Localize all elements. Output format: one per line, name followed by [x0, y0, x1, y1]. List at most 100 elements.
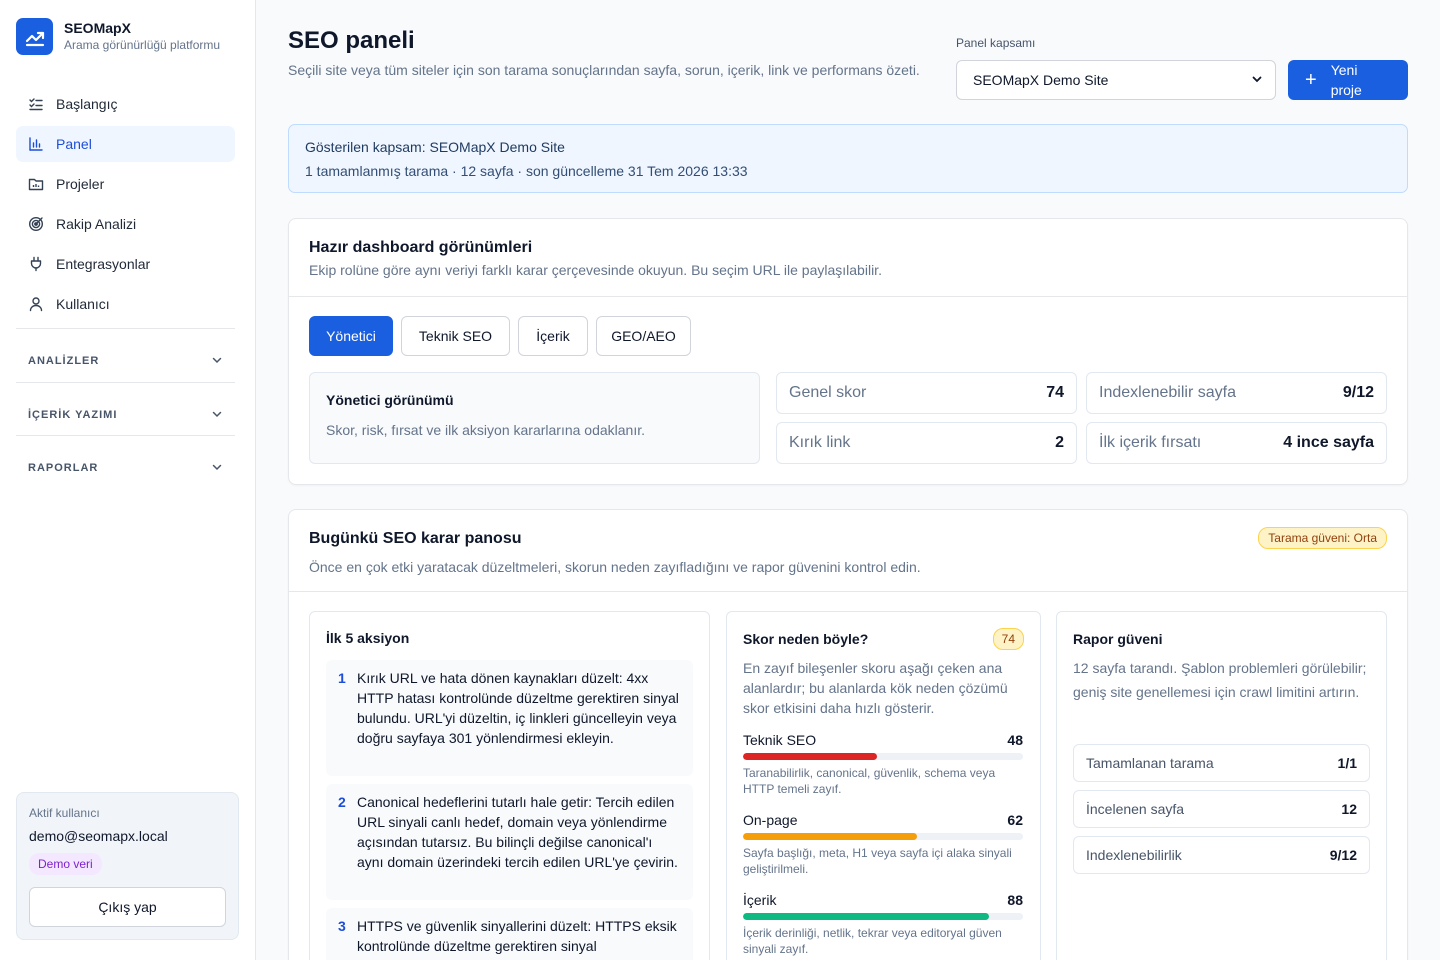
- score-bar-track: [743, 753, 1023, 760]
- sidebar-item-rakip-analizi[interactable]: Rakip Analizi: [16, 206, 235, 242]
- sidebar-item-label: Panel: [56, 136, 92, 152]
- score-component-icerik: İçerik 88 İçerik derinliği, netlik, tekra…: [743, 891, 1023, 957]
- new-project-button[interactable]: + Yeni proje: [1288, 60, 1408, 100]
- tab-icerik[interactable]: İçerik: [518, 316, 588, 356]
- action-item[interactable]: 3 HTTPS ve güvenlik sinyallerini düzelt:…: [326, 908, 693, 960]
- folder-chart-icon: [28, 176, 44, 192]
- sidebar-item-entegrasyonlar[interactable]: Entegrasyonlar: [16, 246, 235, 282]
- plus-icon: +: [1305, 69, 1317, 91]
- active-view-summary: Yönetici görünümü Skor, risk, fırsat ve …: [309, 372, 760, 464]
- stat-value: 9/12: [1329, 847, 1357, 863]
- score-bar-track: [743, 913, 1023, 920]
- scope-label: Panel kapsamı: [956, 36, 1036, 50]
- action-text: HTTPS ve güvenlik sinyallerini düzelt: H…: [357, 918, 677, 954]
- sidebar-item-kullanici[interactable]: Kullanıcı: [16, 286, 235, 322]
- logout-button[interactable]: Çıkış yap: [29, 887, 226, 927]
- metric-label: Kırık link: [789, 434, 851, 451]
- scope-select[interactable]: SEOMapX Demo Site: [956, 60, 1276, 100]
- trend-chart-icon: [16, 18, 53, 55]
- checklist-icon: [28, 96, 44, 112]
- active-user-label: Aktif kullanıcı: [29, 806, 100, 820]
- scope-info-title: Gösterilen kapsam: SEOMapX Demo Site: [305, 139, 565, 155]
- action-number: 1: [338, 670, 346, 686]
- tab-yonetici[interactable]: Yönetici: [309, 316, 393, 356]
- stat-value: 1/1: [1337, 755, 1357, 771]
- brand[interactable]: SEOMapX Arama görünürlüğü platformu: [16, 18, 220, 55]
- tab-teknik-seo[interactable]: Teknik SEO: [401, 316, 510, 356]
- score-bar-track: [743, 833, 1023, 840]
- sidebar-item-label: Rakip Analizi: [56, 216, 137, 232]
- component-value: 48: [1007, 732, 1023, 748]
- component-label: Teknik SEO: [743, 732, 817, 748]
- action-number: 2: [338, 794, 346, 810]
- nav-group-label: ANALİZLER: [28, 355, 100, 367]
- metric-kirik-link: Kırık link 2: [776, 422, 1077, 464]
- action-text: Canonical hedeflerini tutarlı hale getir…: [357, 794, 678, 870]
- divider: [16, 382, 235, 383]
- metric-label: Genel skor: [789, 384, 867, 401]
- stat-label: Tamamlanan tarama: [1086, 755, 1214, 771]
- sidebar-item-projeler[interactable]: Projeler: [16, 166, 235, 202]
- active-view-title: Yönetici görünümü: [326, 392, 454, 408]
- nav-group-raporlar[interactable]: RAPORLAR: [16, 453, 235, 483]
- component-value: 62: [1007, 812, 1023, 828]
- nav-group-label: RAPORLAR: [28, 462, 99, 474]
- metric-label: Indexlenebilir sayfa: [1099, 384, 1236, 401]
- main-nav: Başlangıç Panel Projeler Rakip Analizi E…: [16, 86, 235, 326]
- tab-geo-aeo[interactable]: GEO/AEO: [596, 316, 691, 356]
- stat-label: İncelenen sayfa: [1086, 801, 1185, 817]
- card-header: Bugünkü SEO karar panosu Önce en çok etk…: [289, 510, 1407, 592]
- nav-group-analizler[interactable]: ANALİZLER: [16, 346, 235, 376]
- user-icon: [28, 296, 44, 312]
- brand-name: SEOMapX: [64, 20, 131, 36]
- card-header: Hazır dashboard görünümleri Ekip rolüne …: [289, 219, 1407, 297]
- score-bar-fill: [743, 913, 990, 920]
- scan-confidence-badge: Tarama güveni: Orta: [1258, 527, 1387, 549]
- scope-info-sub: 1 tamamlanmış tarama · 12 sayfa · son gü…: [305, 163, 748, 179]
- target-icon: [28, 216, 44, 232]
- stat-incelenen-sayfa: İncelenen sayfa 12: [1073, 790, 1370, 828]
- nav-group-icerik-yazimi[interactable]: İÇERİK YAZIMI: [16, 400, 235, 430]
- sidebar-item-label: Entegrasyonlar: [56, 256, 151, 272]
- sidebar-item-panel[interactable]: Panel: [16, 126, 235, 162]
- score-badge: 74: [992, 628, 1024, 650]
- sidebar-item-label: Projeler: [56, 176, 105, 192]
- scope-select-value: SEOMapX Demo Site: [973, 72, 1109, 88]
- card-title: Bugünkü SEO karar panosu: [309, 530, 522, 547]
- metric-value: 9/12: [1342, 384, 1374, 401]
- page-description: Seçili site veya tüm siteler için son ta…: [288, 62, 920, 78]
- score-why-panel: Skor neden böyle? 74 En zayıf bileşenler…: [726, 611, 1041, 960]
- report-confidence-panel: Rapor güveni 12 sayfa tarandı. Şablon pr…: [1056, 611, 1387, 960]
- new-project-label: Yeni proje: [1330, 62, 1362, 98]
- plug-icon: [28, 256, 44, 272]
- brand-tagline: Arama görünürlüğü platformu: [64, 38, 221, 52]
- nav-group-label: İÇERİK YAZIMI: [28, 409, 118, 421]
- active-user-card: Aktif kullanıcı demo@seomapx.local Demo …: [16, 792, 239, 940]
- score-component-on-page: On-page 62 Sayfa başlığı, meta, H1 veya s…: [743, 811, 1023, 877]
- action-item[interactable]: 1 Kırık URL ve hata dönen kaynakları düz…: [326, 660, 693, 776]
- chevron-down-icon: [211, 408, 223, 423]
- component-value: 88: [1007, 892, 1023, 908]
- metric-value: 74: [1046, 384, 1064, 401]
- page-title: SEO paneli: [288, 27, 415, 54]
- stat-tamamlanan-tarama: Tamamlanan tarama 1/1: [1073, 744, 1370, 782]
- dashboard-views-card: Hazır dashboard görünümleri Ekip rolüne …: [288, 218, 1408, 485]
- sidebar-item-label: Başlangıç: [56, 96, 118, 112]
- metric-indexlenebilir-sayfa: Indexlenebilir sayfa 9/12: [1086, 372, 1387, 414]
- component-note: İçerik derinliği, netlik, tekrar veya ed…: [743, 926, 1002, 956]
- score-why-title: Skor neden böyle?: [743, 631, 869, 647]
- top-actions-title: İlk 5 aksiyon: [326, 630, 410, 646]
- sidebar-item-baslangic[interactable]: Başlangıç: [16, 86, 235, 122]
- main-content: SEO paneli Seçili site veya tüm siteler …: [256, 0, 1440, 960]
- component-label: İçerik: [743, 892, 777, 908]
- action-item[interactable]: 2 Canonical hedeflerini tutarlı hale get…: [326, 784, 693, 900]
- seo-decision-board-card: Bugünkü SEO karar panosu Önce en çok etk…: [288, 509, 1408, 960]
- chevron-down-icon: [211, 354, 223, 369]
- chevron-down-icon: [1251, 72, 1263, 88]
- metric-genel-skor: Genel skor 74: [776, 372, 1077, 414]
- divider: [16, 328, 235, 329]
- stat-label: Indexlenebilirlik: [1086, 847, 1182, 863]
- action-number: 3: [338, 918, 346, 934]
- metric-label: İlk içerik fırsatı: [1099, 434, 1202, 451]
- demo-data-badge: Demo veri: [29, 853, 102, 875]
